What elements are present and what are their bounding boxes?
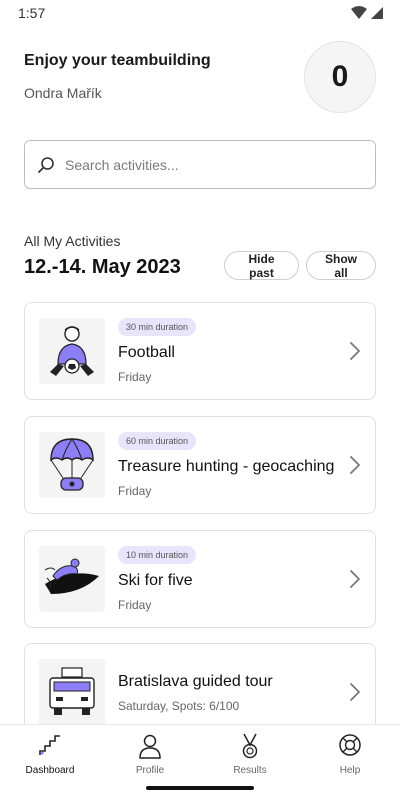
status-bar: 1:57 xyxy=(0,0,400,26)
score-circle[interactable]: 0 xyxy=(304,41,376,113)
activity-thumbnail xyxy=(39,432,105,498)
nav-dashboard[interactable]: Dashboard xyxy=(0,725,100,800)
activity-title: Treasure hunting - geocaching xyxy=(118,458,335,475)
nav-label: Profile xyxy=(135,765,165,776)
section-label: All My Activities xyxy=(24,233,121,249)
activity-thumbnail xyxy=(39,546,105,612)
chevron-right-icon xyxy=(350,342,360,360)
activity-card-ski[interactable]: 10 min duration Ski for five Friday xyxy=(24,530,376,628)
tour-bus-icon xyxy=(49,667,95,715)
nav-label: Results xyxy=(233,765,267,776)
stairs-chart-icon xyxy=(38,733,62,759)
activity-day: Friday xyxy=(118,598,152,612)
nav-help[interactable]: Help xyxy=(300,725,400,800)
duration-badge: 60 min duration xyxy=(118,432,197,450)
duration-badge: 30 min duration xyxy=(118,318,197,336)
activity-thumbnail xyxy=(39,659,105,725)
profile-person-icon xyxy=(138,733,162,759)
search-icon xyxy=(38,156,54,173)
chevron-right-icon xyxy=(350,570,360,588)
activity-title: Bratislava guided tour xyxy=(118,673,273,690)
chevron-right-icon xyxy=(350,683,360,701)
header: Enjoy your teambuilding Ondra Mařík 0 xyxy=(24,38,376,118)
activity-title: Football xyxy=(118,344,175,361)
search-input[interactable] xyxy=(65,156,345,173)
show-all-button[interactable]: Show all xyxy=(306,251,376,280)
status-time: 1:57 xyxy=(18,5,46,21)
user-name: Ondra Mařík xyxy=(24,85,102,101)
activity-card-football[interactable]: 30 min duration Football Friday xyxy=(24,302,376,400)
activity-card-treasure-hunting[interactable]: 60 min duration Treasure hunting - geoca… xyxy=(24,416,376,514)
football-player-icon xyxy=(50,326,94,376)
home-indicator[interactable] xyxy=(146,786,254,790)
activity-day: Friday xyxy=(118,370,152,384)
hide-past-button[interactable]: Hide past xyxy=(224,251,299,280)
medal-icon xyxy=(238,733,262,759)
nav-label: Help xyxy=(339,765,361,776)
lifebuoy-icon xyxy=(338,733,362,759)
greeting: Enjoy your teambuilding xyxy=(24,52,211,69)
nav-label: Dashboard xyxy=(25,765,75,776)
wifi-icon xyxy=(351,6,367,19)
status-icons xyxy=(351,6,384,20)
search-box[interactable] xyxy=(24,140,376,189)
activity-day: Friday xyxy=(118,484,152,498)
parachute-chest-icon xyxy=(50,438,94,491)
duration-badge: 10 min duration xyxy=(118,546,197,564)
signal-icon xyxy=(371,7,383,19)
chevron-right-icon xyxy=(350,456,360,474)
skier-icon xyxy=(44,558,99,594)
activity-thumbnail xyxy=(39,318,105,384)
activity-title: Ski for five xyxy=(118,572,193,589)
date-range-title: 12.-14. May 2023 xyxy=(24,256,181,278)
activity-details: Saturday, Spots: 6/100 xyxy=(118,699,240,713)
